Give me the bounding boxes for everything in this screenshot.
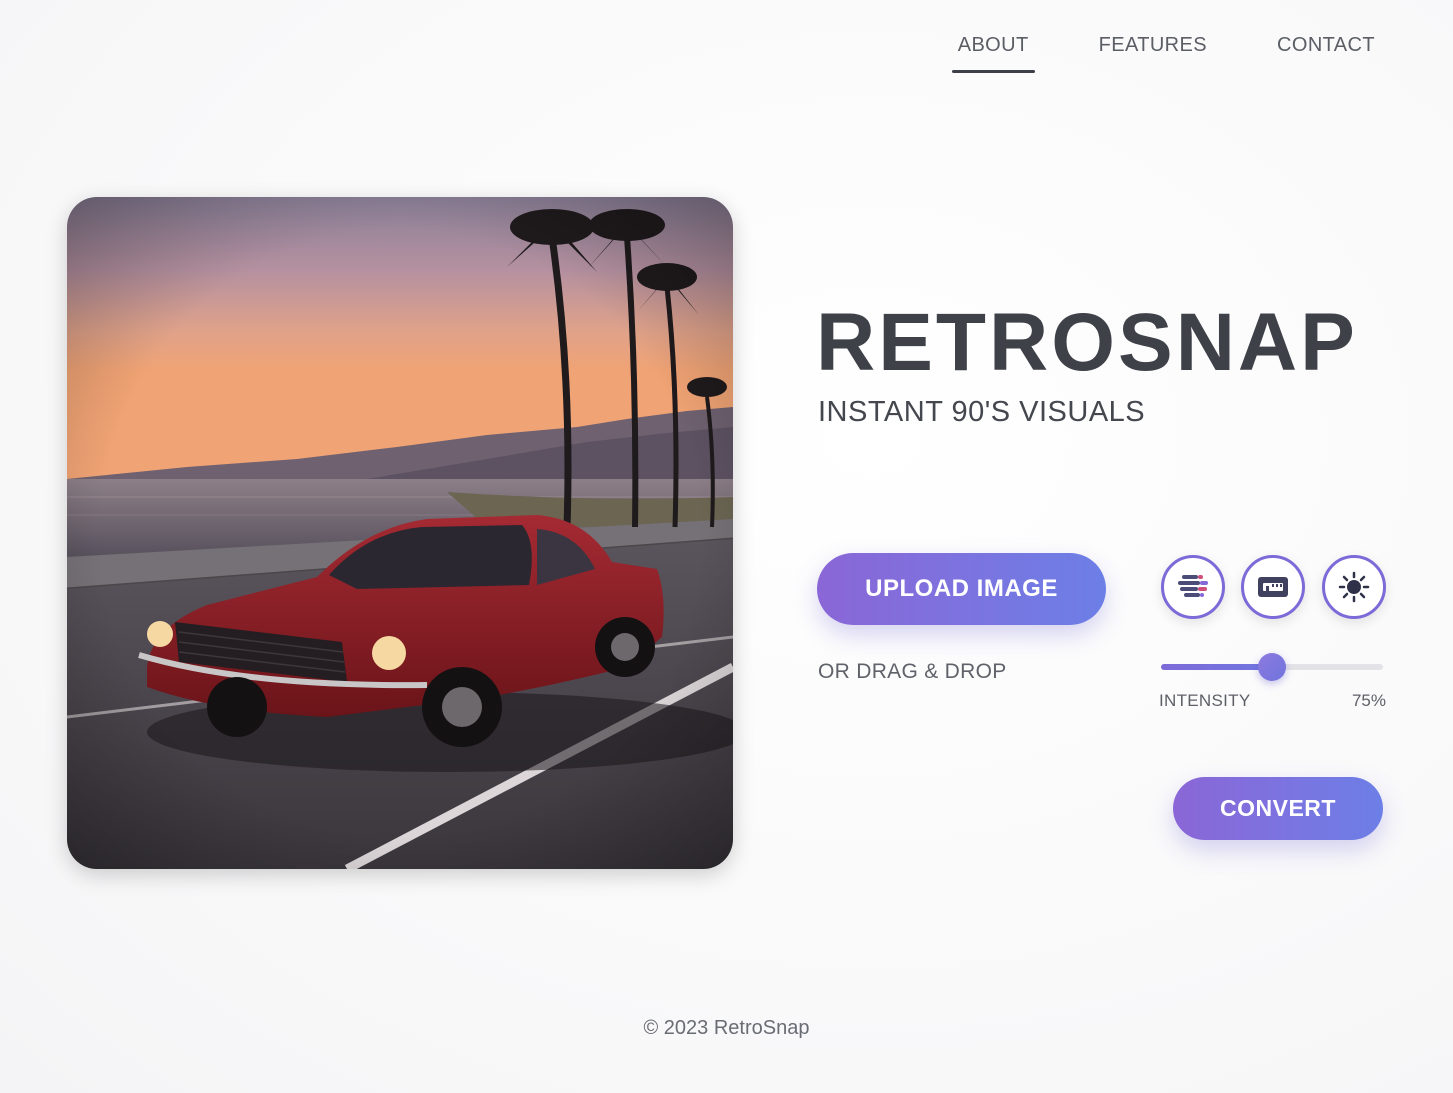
- vhs-lines-icon[interactable]: [1161, 555, 1225, 619]
- footer-copyright: © 2023 RetroSnap: [643, 1017, 810, 1039]
- nav-item-features[interactable]: FEATURES: [1093, 32, 1213, 67]
- app-title: RETROSNAP: [816, 297, 1358, 388]
- app-tagline: INSTANT 90'S VISUALS: [818, 396, 1146, 428]
- nav-item-about[interactable]: ABOUT: [951, 32, 1035, 73]
- intensity-value: 75%: [1351, 691, 1386, 710]
- nav-item-contact[interactable]: CONTACT: [1271, 32, 1381, 67]
- film-frame-icon[interactable]: [1241, 555, 1305, 619]
- preview-image: [67, 197, 733, 869]
- intensity-slider[interactable]: [1161, 653, 1383, 681]
- top-nav: ABOUT FEATURES CONTACT: [951, 32, 1381, 73]
- slider-fill: [1161, 664, 1272, 670]
- sun-icon[interactable]: [1322, 555, 1386, 619]
- page: ABOUT FEATURES CONTACT RETROSNAP INSTANT…: [0, 0, 1453, 1093]
- intensity-label: INTENSITY: [1159, 691, 1251, 710]
- convert-button[interactable]: CONVERT: [1173, 777, 1383, 840]
- drag-drop-hint: OR DRAG & DROP: [818, 660, 1007, 683]
- slider-handle[interactable]: [1258, 653, 1286, 681]
- upload-image-button[interactable]: UPLOAD IMAGE: [817, 553, 1106, 625]
